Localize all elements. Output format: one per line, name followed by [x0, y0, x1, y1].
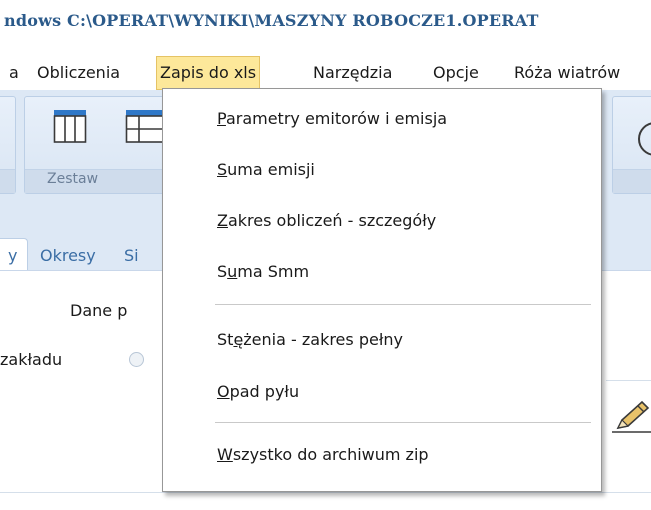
table-columns-icon[interactable]: [53, 109, 87, 143]
ribbon-group-partial: [0, 96, 16, 194]
ribbon-group-right: [612, 96, 651, 194]
menu-item-opad-pylu[interactable]: Opad pyłu: [163, 370, 601, 414]
group-caption-bar: [0, 169, 15, 193]
menu-item-suma-emisji[interactable]: Suma emisji: [163, 148, 601, 192]
menu-item-zapis-do-xls[interactable]: Zapis do xls: [156, 56, 261, 90]
menu-item-wszystko-do-zip[interactable]: Wszystko do archiwum zip: [163, 433, 601, 477]
tab-okresy[interactable]: Okresy: [40, 246, 96, 265]
menu-separator: [215, 422, 591, 423]
menu-item-roza-wiatrow[interactable]: Róża wiatrów: [514, 56, 620, 90]
menu-item-stezenia[interactable]: Stężenia - zakres pełny: [163, 318, 601, 362]
circle-icon[interactable]: [633, 119, 651, 159]
menu-item-opcje[interactable]: Opcje: [433, 56, 479, 90]
menu-item-narzedzia[interactable]: Narzędzia: [313, 56, 392, 90]
zapis-do-xls-dropdown: Parametry emitorów i emisja Suma emisji …: [162, 88, 602, 492]
panel-subheader-text: Dane p: [70, 301, 128, 320]
menu-item-zakres-obliczen[interactable]: Zakres obliczeń - szczegóły: [163, 199, 601, 243]
table-grid-icon[interactable]: [125, 109, 165, 143]
menu-item-suma-smm[interactable]: Suma Smm: [163, 250, 601, 294]
menu-item-partial[interactable]: a: [9, 56, 19, 90]
group-caption-bar: [613, 169, 651, 193]
menu-item-obliczenia[interactable]: Obliczenia: [37, 56, 120, 90]
window-title: ndows C:\OPERAT\WYNIKI\MASZYNY ROBOCZE1.…: [0, 0, 651, 44]
tab-si[interactable]: Si: [124, 246, 139, 265]
radio-button[interactable]: [129, 352, 144, 367]
tab-label: y: [8, 246, 18, 265]
divider: [606, 380, 651, 381]
menu-item-parametry-emitorow[interactable]: Parametry emitorów i emisja: [163, 97, 601, 141]
radio-label: zakładu: [0, 350, 63, 369]
pencil-icon[interactable]: [612, 398, 651, 434]
divider: [0, 492, 651, 493]
menubar: a Obliczenia Zapis do xls Narzędzia Opcj…: [0, 56, 651, 90]
ribbon-group-zestaw: Zestaw: [24, 96, 174, 194]
menu-separator: [215, 304, 591, 305]
